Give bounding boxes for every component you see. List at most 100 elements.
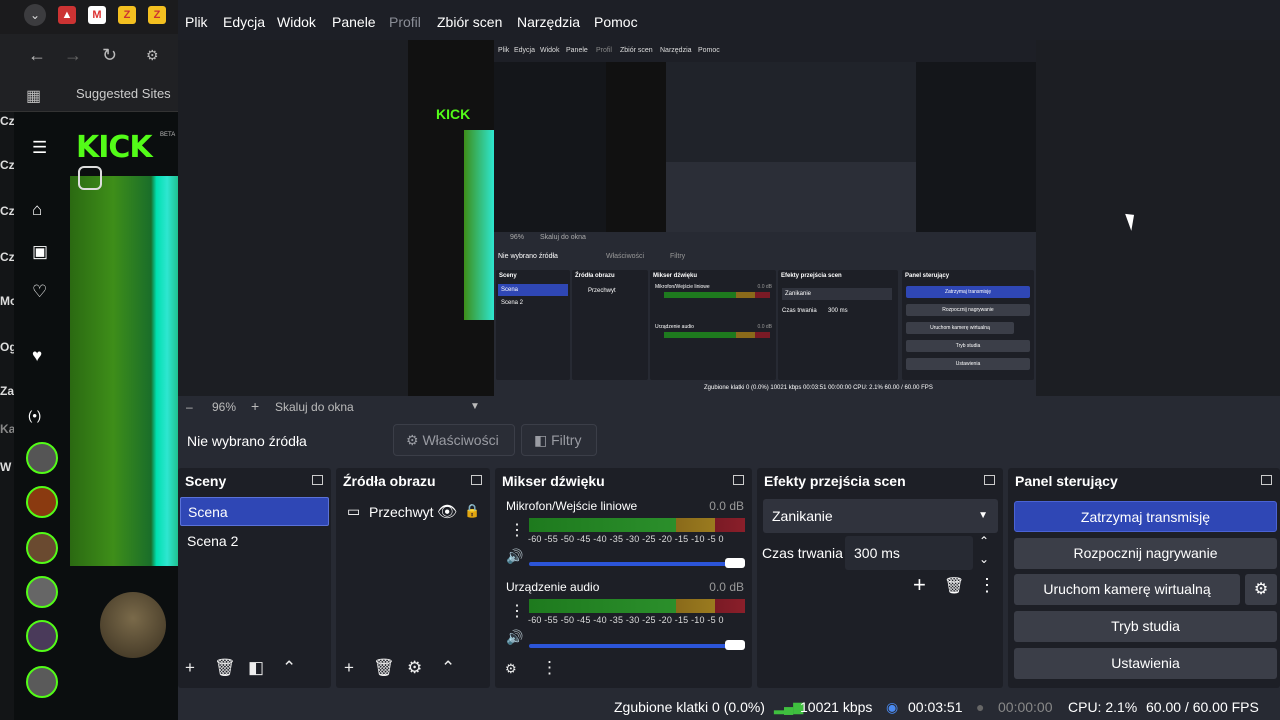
tab-list-chevron-icon[interactable]: ⌄	[24, 4, 46, 26]
trash-icon[interactable]: 🗑	[373, 658, 395, 678]
nested-preview	[494, 62, 1036, 232]
nested-obs-capture: KICK Plik Edycja Widok Panele Profil Zbi…	[408, 40, 1036, 396]
preview-canvas[interactable]: KICK Plik Edycja Widok Panele Profil Zbi…	[178, 40, 1280, 396]
scan-icon[interactable]	[78, 166, 102, 190]
browse-icon[interactable]: ▣	[32, 242, 48, 262]
avatar[interactable]	[26, 576, 58, 608]
menu-pomoc[interactable]: Pomoc	[594, 14, 638, 30]
back-arrow-icon[interactable]: ←	[28, 45, 46, 66]
avatar[interactable]	[26, 620, 58, 652]
kick-video-preview[interactable]	[70, 166, 178, 566]
home-icon[interactable]: ⌂	[32, 200, 42, 220]
live-broadcast-icon[interactable]: (•)	[28, 408, 41, 423]
settings-button[interactable]: Ustawienia	[1014, 648, 1277, 679]
streaming-icon: ◉	[886, 699, 899, 715]
start-recording-button[interactable]: Rozpocznij nagrywanie	[1014, 538, 1277, 569]
chevron-down-icon[interactable]: ▼	[470, 401, 480, 412]
avatar[interactable]	[26, 666, 58, 698]
menu-profil[interactable]: Profil	[389, 14, 421, 30]
tab-favicon-icon[interactable]: Z	[118, 6, 136, 24]
gear-icon[interactable]: ⚙	[407, 658, 422, 678]
suggested-sites-link[interactable]: Suggested Sites	[76, 86, 171, 101]
start-virtual-camera-button[interactable]: Uruchom kamerę wirtualną	[1014, 574, 1240, 605]
menu-edycja[interactable]: Edycja	[223, 14, 265, 30]
more-icon[interactable]: ⋮	[483, 658, 490, 678]
heart-outline-icon[interactable]: ♡	[32, 282, 47, 302]
avatar[interactable]	[26, 486, 58, 518]
more-icon[interactable]: ⋮	[509, 520, 525, 540]
chevron-up-icon[interactable]: ⌃	[282, 658, 296, 678]
speaker-icon[interactable]: 🔊	[506, 548, 523, 565]
eye-icon[interactable]: 👁	[437, 502, 457, 522]
zoom-out-button[interactable]: –	[186, 400, 193, 414]
nested-docks: Sceny Scena Scena 2 Źródła obrazu Przech…	[494, 270, 1036, 396]
more-icon[interactable]: ⋮	[978, 575, 996, 596]
chevron-up-icon[interactable]: ⌃	[441, 658, 455, 678]
chevron-up-icon[interactable]: ⌃	[979, 534, 989, 548]
hamburger-menu-icon[interactable]: ☰	[32, 138, 47, 158]
volume-slider-handle[interactable]	[725, 558, 745, 568]
menu-narzedzia[interactable]: Narzędzia	[517, 14, 580, 30]
undock-icon[interactable]	[312, 475, 323, 485]
scene-item[interactable]: Scena 2	[180, 527, 329, 556]
scenes-title: Sceny	[185, 473, 227, 489]
more-icon[interactable]: ⋮	[326, 658, 331, 678]
menu-widok[interactable]: Widok	[277, 14, 316, 30]
chevron-down-icon[interactable]: ⌄	[979, 552, 989, 566]
volume-slider-handle[interactable]	[725, 640, 745, 650]
filters-button[interactable]: ◧ Filtry	[521, 424, 597, 456]
clipped-text: Og	[0, 340, 14, 354]
more-icon[interactable]: ⋮	[509, 601, 525, 621]
heart-filled-icon[interactable]: ♥	[32, 346, 42, 366]
nested-menu-item: Widok	[540, 47, 560, 54]
scene-item[interactable]: Scena	[180, 497, 329, 526]
trash-icon[interactable]: 🗑	[214, 658, 236, 678]
zoom-in-button[interactable]: +	[251, 398, 259, 414]
no-source-label: Nie wybrano źródła	[187, 433, 307, 449]
controls-dock: Panel sterujący Zatrzymaj transmisję Roz…	[1008, 468, 1280, 688]
fps: 60.00 / 60.00 FPS	[1146, 699, 1259, 715]
avatar[interactable]	[26, 532, 58, 564]
filter-icon[interactable]: ◧	[248, 658, 264, 678]
add-icon[interactable]: +	[185, 658, 195, 678]
clipped-text: Cz	[0, 114, 14, 128]
menu-panele[interactable]: Panele	[332, 14, 376, 30]
volume-slider[interactable]	[529, 640, 745, 650]
source-item[interactable]: ▭ Przechwyt 👁 🔒	[344, 502, 490, 524]
nested-menu-bar: Plik Edycja Widok Panele Profil Zbiór sc…	[494, 40, 1036, 62]
kick-logo[interactable]: KICK	[76, 130, 153, 165]
forward-arrow-icon[interactable]: →	[64, 45, 82, 66]
studio-mode-button[interactable]: Tryb studia	[1014, 611, 1277, 642]
stop-streaming-button[interactable]: Zatrzymaj transmisję	[1014, 501, 1277, 532]
duration-input[interactable]: 300 ms	[845, 536, 973, 570]
source-label: Przechwyt	[369, 504, 434, 520]
transition-select[interactable]: Zanikanie ▼	[763, 499, 998, 533]
advanced-audio-gear-icon[interactable]: ⚙	[505, 661, 517, 677]
more-icon[interactable]: ⋮	[541, 658, 558, 678]
menu-zbior-scen[interactable]: Zbiór scen	[437, 14, 502, 30]
nested-zoom-bar: 96% Skaluj do okna	[510, 234, 586, 241]
apps-grid-icon[interactable]: ▦	[26, 86, 41, 106]
lock-icon[interactable]: 🔒	[464, 503, 480, 519]
nested-menu-item: Edycja	[514, 47, 536, 54]
gmail-tab-icon[interactable]: M	[88, 6, 106, 24]
reload-icon[interactable]: ↻	[102, 45, 117, 66]
scale-mode-select[interactable]: Skaluj do okna	[275, 400, 354, 414]
tab-favicon-icon[interactable]: Z	[148, 6, 166, 24]
properties-button[interactable]: ⚙ Właściwości	[393, 424, 515, 456]
add-icon[interactable]: +	[913, 572, 926, 598]
undock-icon[interactable]	[733, 475, 744, 485]
volume-slider[interactable]	[529, 558, 745, 568]
undock-icon[interactable]	[1261, 475, 1272, 485]
speaker-icon[interactable]: 🔊	[506, 629, 523, 646]
add-icon[interactable]: +	[344, 658, 354, 678]
avatar[interactable]	[26, 442, 58, 474]
menu-plik[interactable]: Plik	[185, 14, 208, 30]
undock-icon[interactable]	[984, 475, 995, 485]
streamer-avatar[interactable]	[100, 592, 166, 658]
undock-icon[interactable]	[471, 475, 482, 485]
trash-icon[interactable]: 🗑	[944, 576, 964, 596]
virtual-camera-settings-gear-icon[interactable]: ⚙	[1245, 574, 1277, 605]
tab-favicon-icon[interactable]: ▲	[58, 6, 76, 24]
site-settings-icon[interactable]: ⚙	[146, 47, 159, 64]
